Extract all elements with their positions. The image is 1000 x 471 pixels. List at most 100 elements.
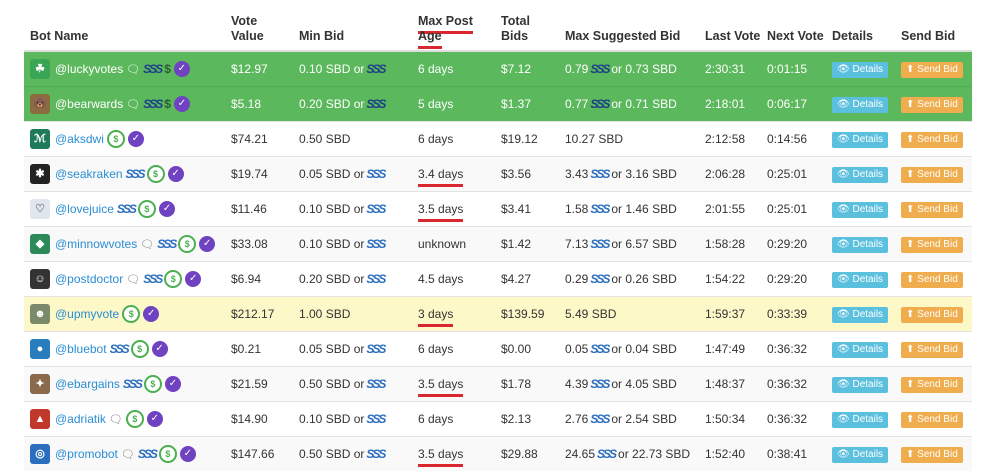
verified-check-icon: ✓ [185,271,201,287]
next-vote-cell: 0:25:01 [761,157,826,192]
send-bid-button[interactable]: ⬆ Send Bid [901,272,963,288]
upload-icon: ⬆ [906,274,914,285]
max-post-age-cell: 6 days [412,332,495,367]
suggested-bid-steem: 4.39 [565,377,588,391]
max-post-age-cell: 3.4 days [412,157,495,192]
max-post-age-cell: unknown [412,227,495,262]
table-row: 🐻 @bearwards 🗨 SSS $ ✓ $5.18 0.20 SBD or… [24,87,972,122]
verified-check-icon: ✓ [143,306,159,322]
details-button[interactable]: 👁 Details [832,132,888,148]
steem-icon: SSS [590,97,608,111]
steem-icon: SSS [366,202,384,216]
send-bid-button[interactable]: ⬆ Send Bid [901,202,963,218]
col-min-bid[interactable]: Min Bid [293,0,412,51]
suggested-bid-steem: 24.65 [565,447,595,461]
bot-name-link[interactable]: @upmyvote [55,307,119,321]
send-bid-button-label: Send Bid [917,309,958,320]
vote-value-cell: $74.21 [225,122,293,157]
dollar-icon: $ [122,305,140,323]
steem-icon: SSS [123,377,141,391]
send-bid-button[interactable]: ⬆ Send Bid [901,62,963,78]
send-bid-button[interactable]: ⬆ Send Bid [901,342,963,358]
col-bot-name[interactable]: Bot Name [24,0,225,51]
bot-avatar: ☻ [30,304,50,324]
details-button[interactable]: 👁 Details [832,272,888,288]
total-bids-cell: $29.88 [495,437,559,471]
details-button[interactable]: 👁 Details [832,62,888,78]
vote-value-cell: $11.46 [225,192,293,227]
col-vote-value[interactable]: Vote Value [225,0,293,51]
bot-name-link[interactable]: @minnowvotes [55,237,137,251]
steem-icon: SSS [366,62,384,76]
details-button[interactable]: 👁 Details [832,447,888,463]
details-button-label: Details [852,274,883,285]
bot-name-link[interactable]: @bearwards [55,97,123,111]
send-bid-button[interactable]: ⬆ Send Bid [901,377,963,393]
min-bid-value: 0.20 SBD or [299,97,364,111]
dollar-icon: $ [164,97,171,111]
bot-avatar: ◆ [30,234,50,254]
bot-name-link[interactable]: @postdoctor [55,272,123,286]
details-button[interactable]: 👁 Details [832,307,888,323]
send-bid-button[interactable]: ⬆ Send Bid [901,97,963,113]
col-max-suggested-bid[interactable]: Max Suggested Bid [559,0,699,51]
bot-name-link[interactable]: @bluebot [55,342,107,356]
bot-name-link[interactable]: @luckyvotes [55,62,123,76]
col-send-bid: Send Bid [895,0,972,51]
eye-icon: 👁 [837,64,850,75]
bot-name-link[interactable]: @aksdwi [55,132,104,146]
details-button[interactable]: 👁 Details [832,237,888,253]
eye-icon: 👁 [837,414,850,425]
col-next-vote[interactable]: Next Vote [761,0,826,51]
bot-name-link[interactable]: @seakraken [55,167,123,181]
details-button[interactable]: 👁 Details [832,202,888,218]
details-button[interactable]: 👁 Details [832,167,888,183]
send-bid-cell: ⬆ Send Bid [895,437,972,471]
table-row: ◎ @promobot 🗨 SSS $ ✓ $147.66 0.50 SBD o… [24,437,972,471]
bot-name-link[interactable]: @adriatik [55,412,106,426]
details-cell: 👁 Details [826,297,895,332]
bot-name-cell: ◆ @minnowvotes 🗨 SSS $ ✓ [24,227,225,262]
details-button[interactable]: 👁 Details [832,342,888,358]
details-cell: 👁 Details [826,332,895,367]
max-post-age-value: 6 days [418,412,453,426]
steem-icon: SSS [366,342,384,356]
bot-name-link[interactable]: @promobot [55,447,118,461]
send-bid-button[interactable]: ⬆ Send Bid [901,237,963,253]
send-bid-button[interactable]: ⬆ Send Bid [901,412,963,428]
vote-value-cell: $12.97 [225,51,293,87]
send-bid-button[interactable]: ⬆ Send Bid [901,167,963,183]
send-bid-button[interactable]: ⬆ Send Bid [901,307,963,323]
suggested-bid-steem: 3.43 [565,167,588,181]
bot-name-link[interactable]: @ebargains [55,377,120,391]
steem-icon: SSS [117,202,135,216]
bot-name-cell: ● @bluebot SSS $ ✓ [24,332,225,367]
send-bid-button[interactable]: ⬆ Send Bid [901,132,963,148]
suggested-bid-steem: 5.49 SBD [565,307,616,321]
send-bid-button[interactable]: ⬆ Send Bid [901,447,963,463]
table-row: ☘ @luckyvotes 🗨 SSS $ ✓ $12.97 0.10 SBD … [24,51,972,87]
min-bid-value: 0.50 SBD or [299,447,364,461]
send-bid-button-label: Send Bid [917,204,958,215]
send-bid-button-label: Send Bid [917,134,958,145]
bid-bots-table: Bot Name Vote Value Min Bid Max Post Age… [24,0,972,471]
col-last-vote-label: Last Vote [705,29,760,43]
details-button[interactable]: 👁 Details [832,377,888,393]
col-total-bids[interactable]: Total Bids [495,0,559,51]
upload-icon: ⬆ [906,414,914,425]
details-button-label: Details [852,379,883,390]
details-button[interactable]: 👁 Details [832,97,888,113]
next-vote-cell: 0:25:01 [761,192,826,227]
suggested-bid-steem: 7.13 [565,237,588,251]
details-button[interactable]: 👁 Details [832,412,888,428]
bot-name-link[interactable]: @lovejuice [55,202,114,216]
send-bid-cell: ⬆ Send Bid [895,332,972,367]
last-vote-cell: 1:59:37 [699,297,761,332]
upload-icon: ⬆ [906,379,914,390]
details-cell: 👁 Details [826,157,895,192]
col-last-vote[interactable]: Last Vote [699,0,761,51]
min-bid-cell: 0.05 SBD orSSS [293,332,412,367]
col-max-post-age[interactable]: Max Post Age [412,0,495,51]
details-button-label: Details [852,64,883,75]
eye-icon: 👁 [837,309,850,320]
